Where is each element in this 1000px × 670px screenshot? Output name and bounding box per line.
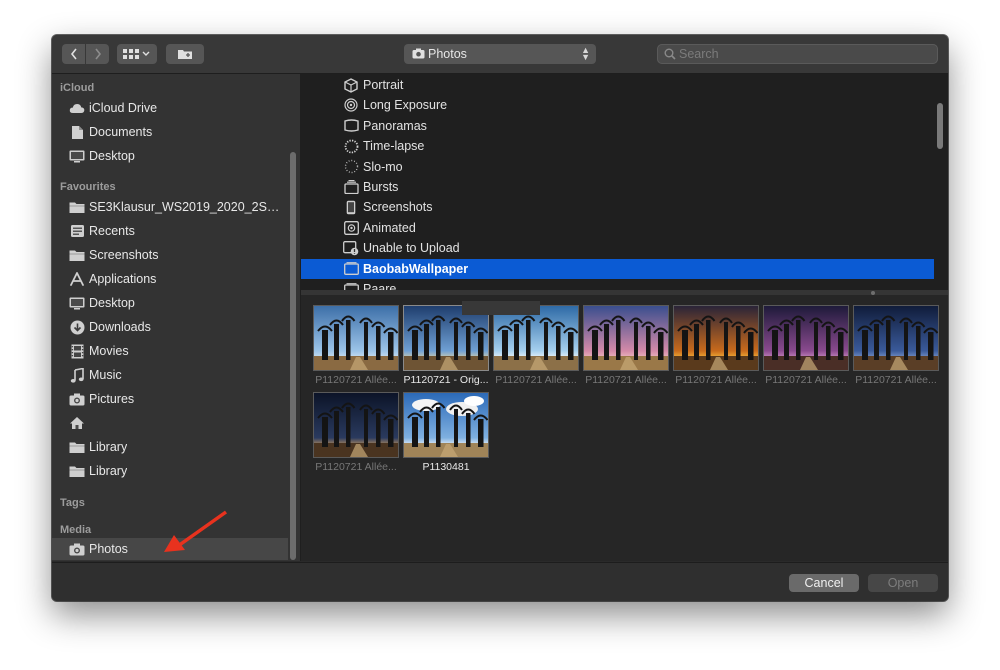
red-arrow-annotation [164,510,228,552]
